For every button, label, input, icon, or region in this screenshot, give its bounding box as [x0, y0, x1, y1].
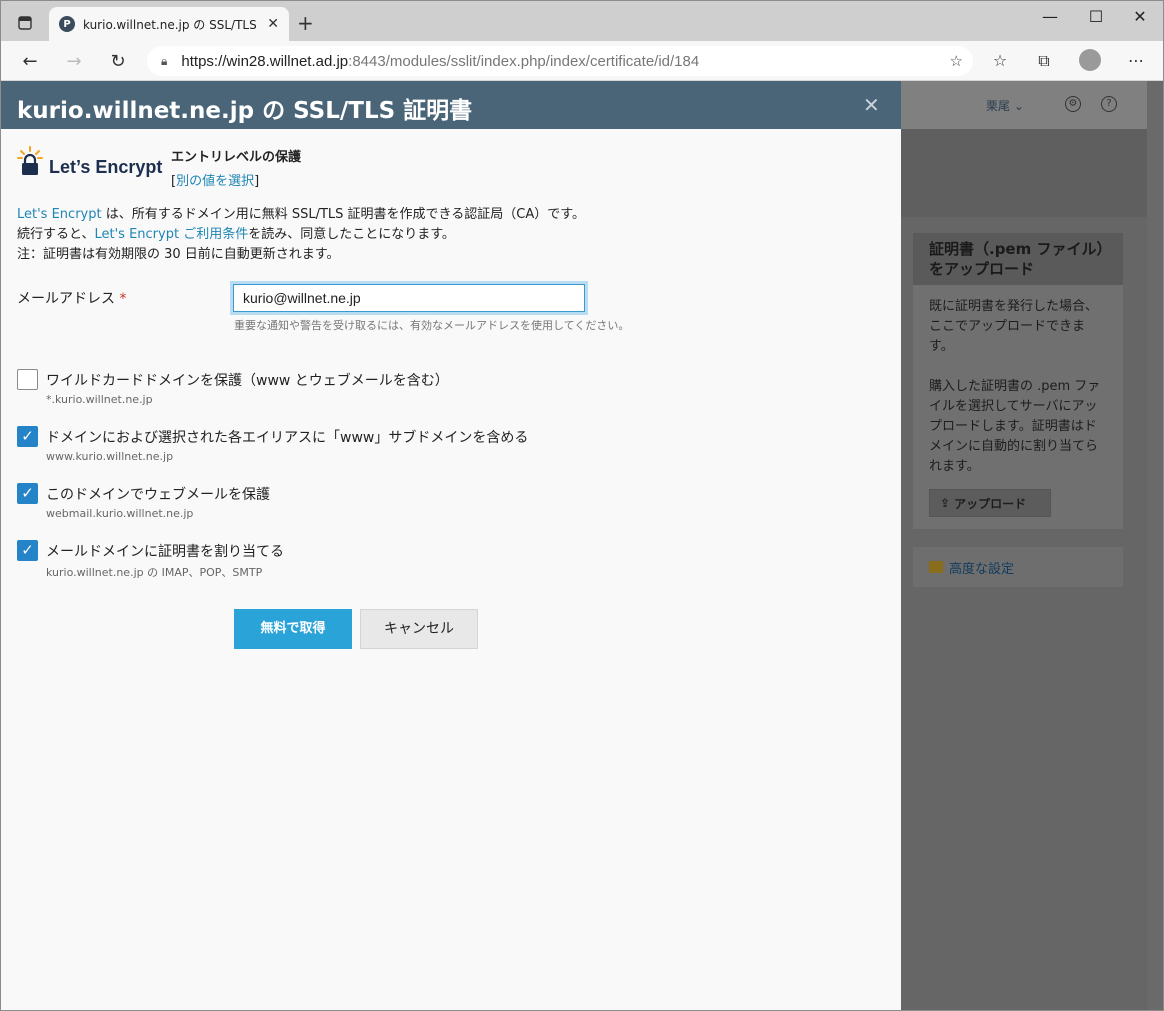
- browser-window: P kurio.willnet.ne.jp の SSL/TLS 証明 ✕ + —…: [0, 0, 1164, 1011]
- tab-close-icon[interactable]: ✕: [267, 16, 279, 32]
- option-label: ドメインにおよび選択された各エイリアスに「www」サブドメインを含める: [46, 430, 529, 446]
- close-window-icon[interactable]: ✕: [1125, 7, 1155, 26]
- email-hint: 重要な通知や警告を受け取るには、有効なメールアドレスを使用してください。: [234, 319, 630, 332]
- svg-text:Let’s Encrypt: Let’s Encrypt: [49, 157, 162, 177]
- add-favorite-icon[interactable]: ☆: [950, 52, 963, 70]
- minimize-icon[interactable]: —: [1035, 7, 1065, 26]
- url-text: https://win28.willnet.ad.jp:8443/modules…: [181, 52, 700, 70]
- option-sub: webmail.kurio.willnet.ne.jp: [46, 507, 194, 520]
- collections-icon[interactable]: ⧉: [1033, 51, 1055, 71]
- new-tab-icon[interactable]: +: [297, 13, 314, 33]
- option-sub: *.kurio.willnet.ne.jp: [46, 393, 153, 406]
- get-free-button[interactable]: 無料で取得: [234, 609, 352, 649]
- lets-encrypt-link[interactable]: Let's Encrypt: [17, 207, 102, 222]
- help-icon[interactable]: ?: [1101, 96, 1117, 112]
- browser-tab[interactable]: P kurio.willnet.ne.jp の SSL/TLS 証明 ✕: [49, 7, 289, 41]
- email-label: メールアドレス *: [17, 291, 127, 307]
- scrollbar[interactable]: [1147, 81, 1163, 1010]
- upload-card-text: 既に証明書を発行した場合、ここでアップロードできます。 購入した証明書の .pe…: [929, 299, 1101, 474]
- tab-strip: P kurio.willnet.ne.jp の SSL/TLS 証明 ✕ + —…: [1, 1, 1163, 41]
- back-icon[interactable]: ←: [19, 50, 41, 72]
- option-label: このドメインでウェブメールを保護: [46, 487, 270, 503]
- description: Let's Encrypt は、所有するドメイン用に無料 SSL/TLS 証明書…: [17, 207, 585, 262]
- option-sub: kurio.willnet.ne.jp の IMAP、POP、SMTP: [46, 566, 263, 579]
- option-sub: www.kurio.willnet.ne.jp: [46, 450, 174, 463]
- checkbox-www[interactable]: ✓: [17, 426, 38, 447]
- profile-avatar[interactable]: [1079, 49, 1101, 71]
- upload-button[interactable]: ⇪ アップロード: [929, 489, 1051, 517]
- choose-other-link-wrap: [別の値を選択]: [171, 174, 260, 189]
- address-bar[interactable]: 🔒︎ https://win28.willnet.ad.jp:8443/modu…: [147, 46, 973, 76]
- ssl-dialog: kurio.willnet.ne.jp の SSL/TLS 証明書 ✕ Let’…: [1, 81, 901, 1010]
- email-input[interactable]: kurio@willnet.ne.jp: [233, 284, 585, 312]
- dialog-title: kurio.willnet.ne.jp の SSL/TLS 証明書: [17, 98, 473, 124]
- lets-encrypt-logo: Let’s Encrypt: [17, 145, 167, 181]
- user-menu[interactable]: 栗尾 ⌄: [986, 97, 1024, 114]
- option-label: メールドメインに証明書を割り当てる: [46, 544, 284, 560]
- upload-card-title: 証明書（.pem ファイル）をアップロード: [913, 233, 1123, 285]
- tab-actions-icon[interactable]: [15, 13, 35, 33]
- protection-level-label: エントリレベルの保護: [171, 150, 302, 165]
- checkbox-wildcard[interactable]: [17, 369, 38, 390]
- settings-icon[interactable]: ⚙: [1065, 96, 1081, 112]
- browser-toolbar: ← → ↻ 🔒︎ https://win28.willnet.ad.jp:844…: [1, 41, 1163, 81]
- tab-title: kurio.willnet.ne.jp の SSL/TLS 証明: [83, 17, 261, 32]
- maximize-icon[interactable]: ☐: [1081, 7, 1111, 26]
- forward-icon[interactable]: →: [63, 50, 85, 72]
- favorites-icon[interactable]: ☆: [989, 51, 1011, 70]
- advanced-settings-link[interactable]: 高度な設定: [913, 547, 1123, 587]
- dialog-header: kurio.willnet.ne.jp の SSL/TLS 証明書 ✕: [1, 81, 901, 129]
- cancel-button[interactable]: キャンセル: [360, 609, 478, 649]
- checkbox-webmail[interactable]: ✓: [17, 483, 38, 504]
- reload-icon[interactable]: ↻: [107, 50, 129, 72]
- option-label: ワイルドカードドメインを保護（www とウェブメールを含む）: [46, 373, 449, 389]
- favicon-icon: P: [59, 16, 75, 32]
- folder-icon: [929, 561, 943, 573]
- bg-panel: [901, 129, 1147, 217]
- lock-icon: 🔒︎: [161, 53, 168, 68]
- more-menu-icon[interactable]: ⋯: [1125, 51, 1147, 70]
- upload-icon: ⇪: [940, 496, 951, 510]
- bg-header: [901, 81, 1163, 129]
- checkbox-mail[interactable]: ✓: [17, 540, 38, 561]
- dialog-close-icon[interactable]: ✕: [863, 93, 880, 117]
- terms-link[interactable]: Let's Encrypt ご利用条件: [94, 227, 248, 242]
- choose-other-link[interactable]: 別の値を選択: [176, 174, 254, 189]
